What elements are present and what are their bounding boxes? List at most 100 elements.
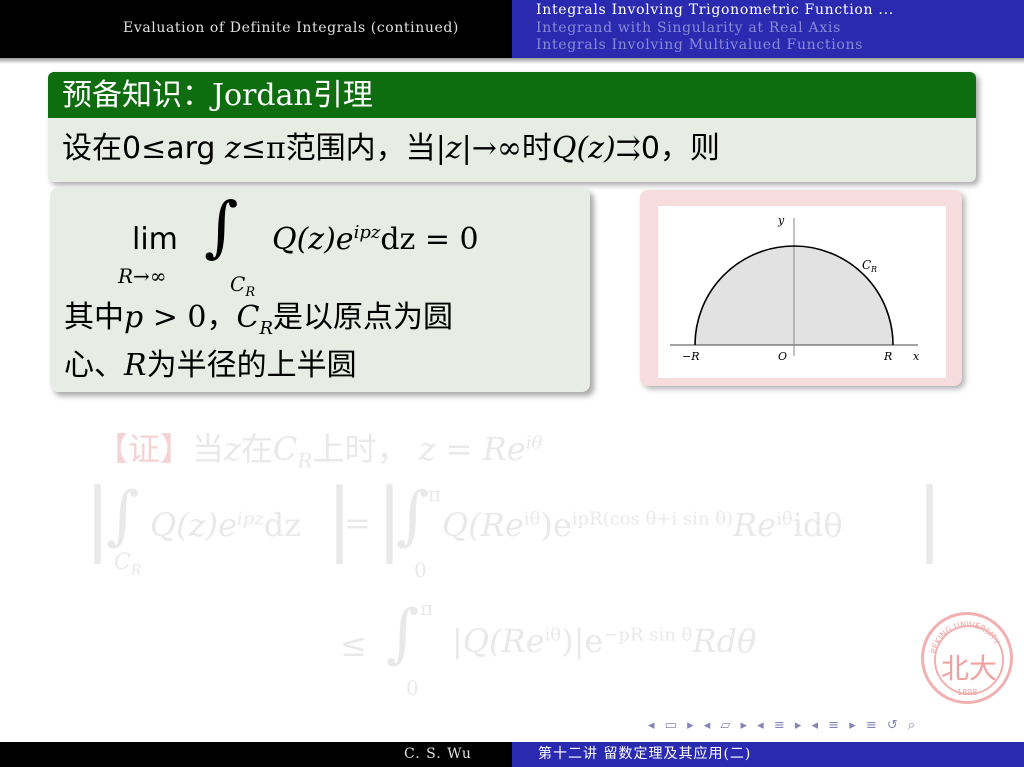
eq2-body: |Q(Reiθ)|e−pR sin θRdθ (452, 622, 756, 660)
beamer-navigation[interactable]: ◂ ▭ ▸ ◂ ▱ ▸ ◂ ≡ ▸ ◂ ≡ ▸ ≡ ↺ ⌕ (648, 718, 918, 733)
semicircle-figure: y x C R −R O R (670, 214, 920, 363)
lim-operator: lim (132, 222, 178, 257)
proof-substitution: z = Re (418, 430, 526, 468)
proof-c-sub: R (297, 448, 313, 473)
proof-text-1: 当 (192, 430, 225, 468)
x-axis-label: x (913, 350, 920, 363)
section-link-multivalued[interactable]: Integrals Involving Multivalued Function… (536, 37, 863, 53)
eq1-rhs-integral-sign: ∫ (396, 479, 430, 553)
cond-le-2: ≤ (240, 131, 266, 166)
limit-note-line2: 心、R为半径的上半圆 (64, 340, 357, 384)
eq1-rhs-r: Re (733, 506, 777, 544)
integrand-exponent: ipz (353, 222, 381, 243)
eq2-lower: 0 (406, 676, 419, 700)
lemma-block: 预备知识：Jordan引理 设在0≤arg z≤π范围内，当|z|→∞时Q(z)… (48, 72, 976, 182)
cond-text-4: ，则 (659, 131, 720, 166)
cond-pi: π (265, 131, 286, 166)
lim-subscript: R→∞ (118, 264, 167, 288)
footer-author-panel: C. S. Wu (0, 742, 512, 767)
logo-inner-ring: 北大 (934, 625, 1004, 695)
eq1-rhs-d: idθ (792, 506, 843, 544)
footer-lecture: 第十二讲 留数定理及其应用(二) (538, 746, 752, 762)
eq1-rhs-e: )e (540, 506, 572, 544)
slide-header: Evaluation of Definite Integrals (contin… (0, 0, 1024, 58)
figure-frame: y x C R −R O R (640, 190, 962, 386)
cond-text-2: 范围内，当 (285, 131, 436, 166)
note-p: p (124, 300, 144, 335)
header-title-panel: Evaluation of Definite Integrals (contin… (0, 0, 512, 58)
figure-canvas: y x C R −R O R (658, 206, 946, 378)
eq1-rhs-q: Q(Re (442, 506, 524, 544)
eq2-le: ≤ (340, 626, 367, 664)
curve-label-sub: R (870, 265, 877, 274)
cond-arrow: → (471, 131, 497, 166)
left-tick-label: −R (682, 350, 700, 363)
eq1-rhs-q-exp: iθ (523, 508, 541, 530)
note-text-1: 其中 (64, 300, 124, 335)
integrand-q: Q(z)e (272, 222, 354, 257)
cond-abs-z: |z| (435, 131, 472, 166)
proof-z: z (224, 430, 241, 468)
eq2-upper: π (420, 596, 434, 620)
section-link-singularity[interactable]: Integrand with Singularity at Real Axis (536, 20, 841, 36)
section-link-trigonometric[interactable]: Integrals Involving Trigonometric Functi… (536, 2, 894, 18)
eq1-lhs-sub-c: C (114, 550, 131, 575)
cond-uniform-arrow: ⇉ (615, 131, 641, 166)
proof-text-2: 在 (240, 430, 273, 468)
curve-label: C (862, 258, 871, 272)
university-logo: PEKING UNIVERSITY 1898 北大 (921, 612, 1013, 704)
cond-zero-2: 0 (640, 131, 660, 166)
cond-arg: arg (166, 131, 216, 166)
header-shadow (0, 58, 1024, 64)
eq2-e-exp: −pR sin θ (603, 624, 693, 646)
note-text-4: 为半径的上半圆 (146, 348, 357, 383)
proof-c: C (272, 430, 298, 468)
cond-infinity: ∞ (496, 131, 522, 166)
cond-text-3: 时 (521, 131, 552, 166)
limit-formula: lim R→∞ ∫ CR Q(z)eipzdz = 0 (118, 194, 578, 301)
proof-equation-1: | ∫ CR Q(z)eipzdz | = | ∫ π 0 Q(Reiθ)eip… (84, 478, 944, 588)
logo-emblem: 北大 (940, 652, 997, 685)
eq1-lhs-exp: ipz (237, 508, 264, 530)
note-c-sub: R (259, 318, 274, 339)
eq2-q: |Q(Re (452, 622, 545, 660)
cond-text-1: 设在 (62, 131, 122, 166)
proof-substitution-exp: iθ (525, 432, 543, 454)
integrand: Q(z)eipzdz = 0 (272, 222, 479, 257)
note-text-3: 心、 (64, 348, 124, 383)
lemma-title: 预备知识：Jordan引理 (48, 72, 976, 118)
right-tick-label: R (883, 350, 892, 363)
eq1-equals: = (344, 504, 371, 542)
abs-bar-right-2: | (916, 471, 943, 564)
eq1-lhs-sub-r: R (130, 562, 142, 579)
note-gt-zero: > 0， (143, 300, 237, 335)
eq1-rhs-lower: 0 (414, 558, 427, 582)
lecture-title: Evaluation of Definite Integrals (contin… (123, 20, 459, 36)
integral-sign: ∫ (204, 188, 239, 265)
limit-note-line1: 其中p > 0，CR是以原点为圆 (64, 292, 453, 339)
eq2-r: Rdθ (692, 622, 757, 660)
note-r: R (124, 348, 147, 383)
footer-author: C. S. Wu (404, 746, 472, 762)
eq1-rhs-e-exp: ipR(cos θ+i sin θ) (571, 508, 734, 530)
note-c: C (236, 300, 260, 335)
footer-lecture-panel: 第十二讲 留数定理及其应用(二) (512, 742, 1024, 767)
eq1-rhs-upper: π (428, 482, 442, 506)
eq1-lhs-dz: dz (263, 506, 302, 544)
y-axis-label: y (777, 214, 785, 227)
proof-equation-2: ≤ ∫ π 0 |Q(Reiθ)|e−pR sin θRdθ (340, 592, 840, 702)
proof-text-3: 上时， (312, 430, 409, 468)
limit-block: lim R→∞ ∫ CR Q(z)eipzdz = 0 其中p > 0，CR是以… (50, 188, 590, 392)
integrand-dz: dz = 0 (380, 222, 479, 257)
eq1-lhs-q: Q(z)e (150, 506, 237, 544)
proof-tag: 【证】 (96, 430, 193, 468)
eq2-integral-sign: ∫ (386, 597, 420, 671)
eq1-lhs: Q(z)eipzdz (150, 506, 301, 544)
cond-z: z (225, 131, 241, 166)
cond-le-1: ≤ (141, 131, 167, 166)
eq1-rhs-r-exp: iθ (776, 508, 793, 530)
cond-zero: 0 (122, 131, 142, 166)
note-text-2: 是以原点为圆 (273, 300, 454, 335)
section-nav: Integrals Involving Trigonometric Functi… (512, 0, 1024, 58)
proof-line1: 【证】当z在CR上时， z = Reiθ (96, 424, 542, 472)
